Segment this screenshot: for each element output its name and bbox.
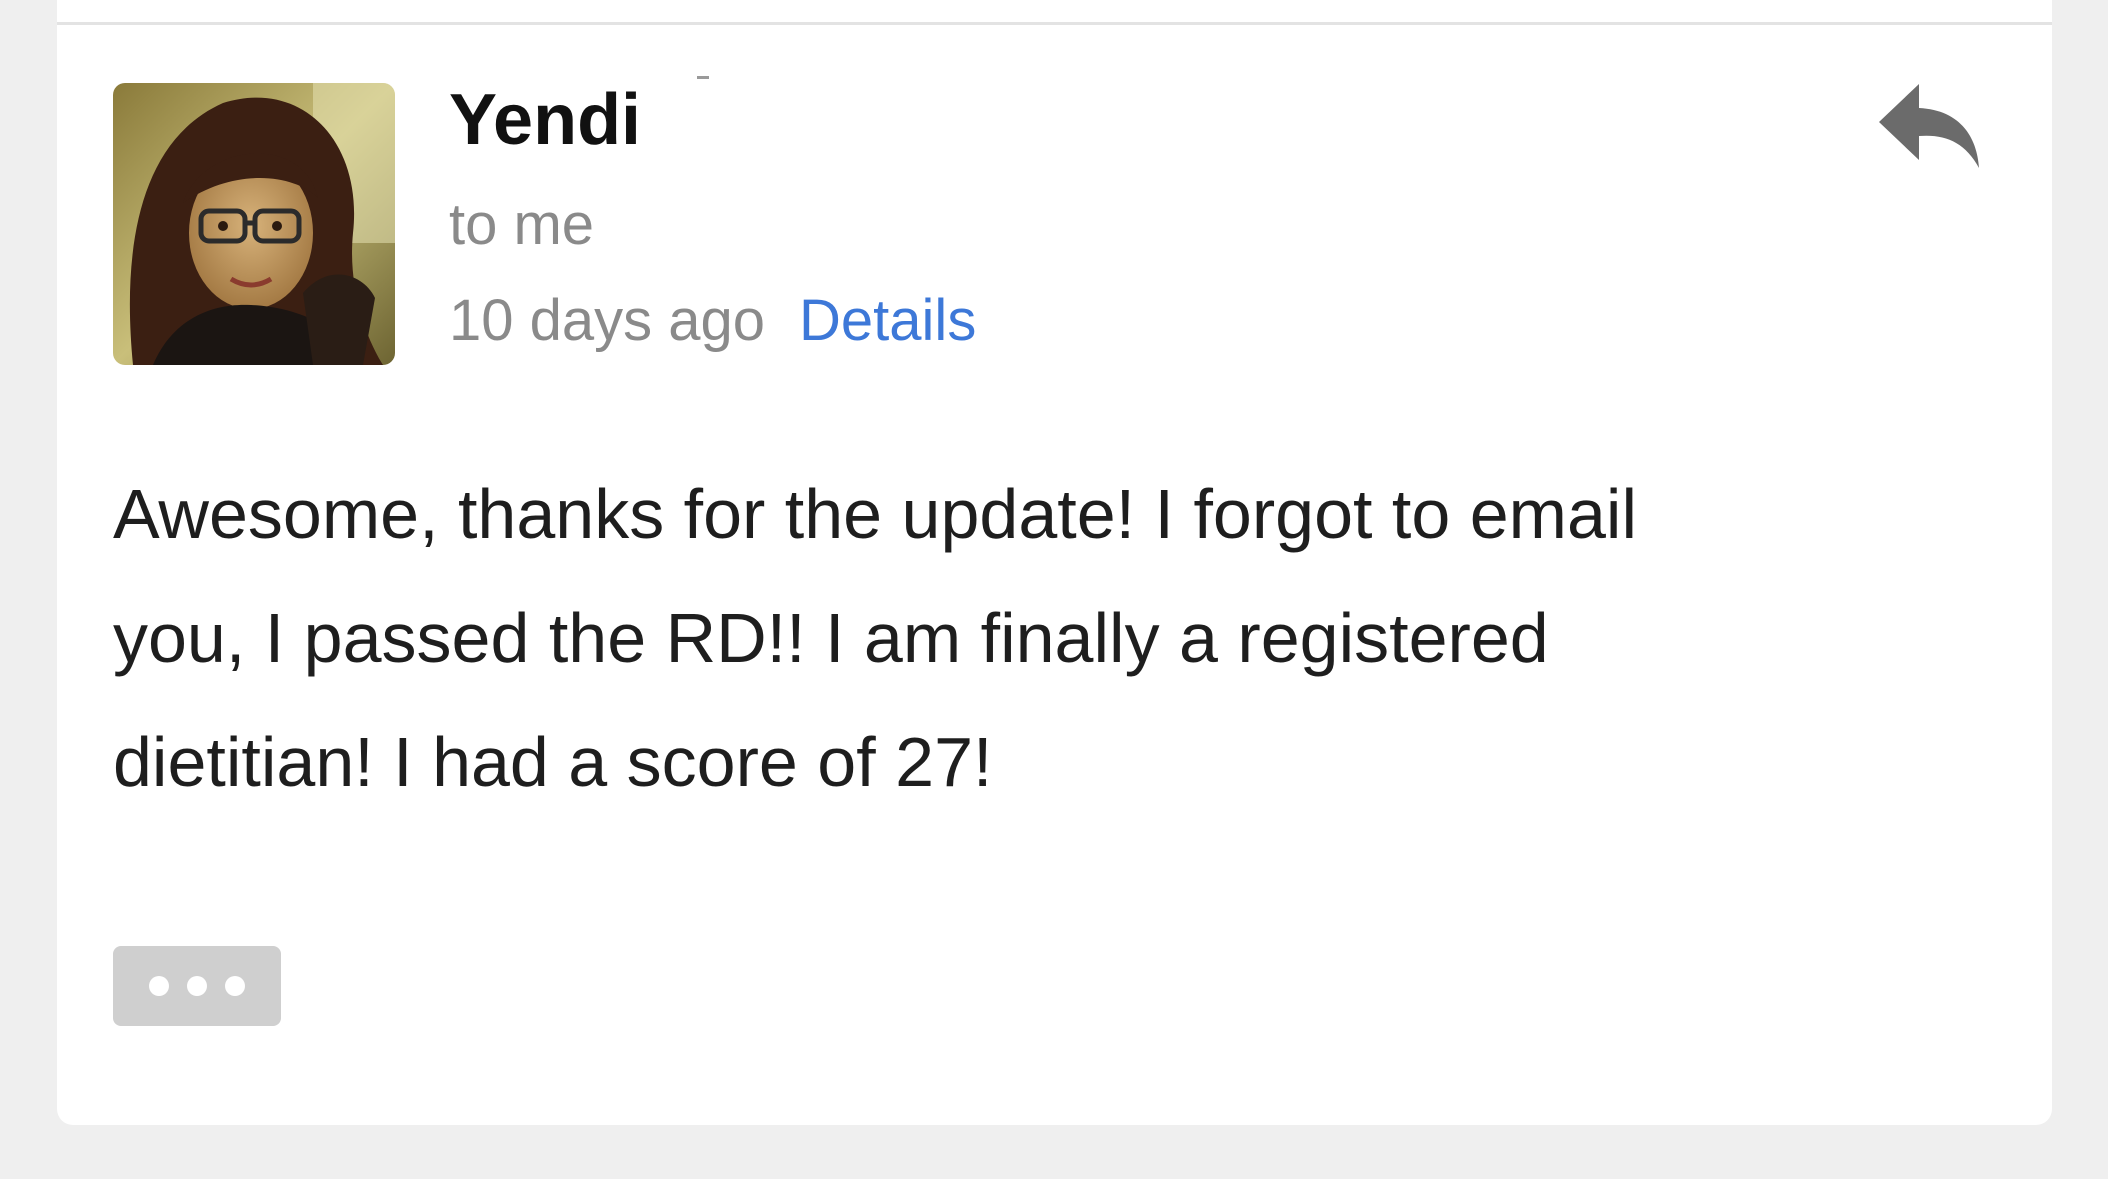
message-meta: 10 days ago Details: [449, 292, 976, 350]
timestamp: 10 days ago: [449, 288, 766, 353]
details-link[interactable]: Details: [799, 288, 976, 353]
message-body: Awesome, thanks for the update! I forgot…: [113, 452, 1913, 824]
email-message-card: Yendi to me 10 days ago Details Awesome, …: [57, 0, 2052, 1125]
sender-name-separator: [697, 76, 709, 79]
message-body-line: Awesome, thanks for the update! I forgot…: [113, 475, 1638, 553]
ellipsis-icon: [187, 976, 207, 996]
divider: [57, 22, 2052, 25]
message-body-line: you, I passed the RD!! I am finally a re…: [113, 599, 1549, 677]
ellipsis-icon: [149, 976, 169, 996]
ellipsis-icon: [225, 976, 245, 996]
sender-name: Yendi: [449, 80, 642, 160]
show-trimmed-content-button[interactable]: [113, 946, 281, 1026]
reply-arrow-icon: [1879, 84, 1979, 168]
message-body-line: dietitian! I had a score of 27!: [113, 723, 993, 801]
avatar-photo: [113, 83, 395, 365]
reply-button[interactable]: [1875, 80, 1983, 172]
sender-avatar[interactable]: [113, 83, 395, 365]
recipient-label: to me: [449, 192, 595, 257]
